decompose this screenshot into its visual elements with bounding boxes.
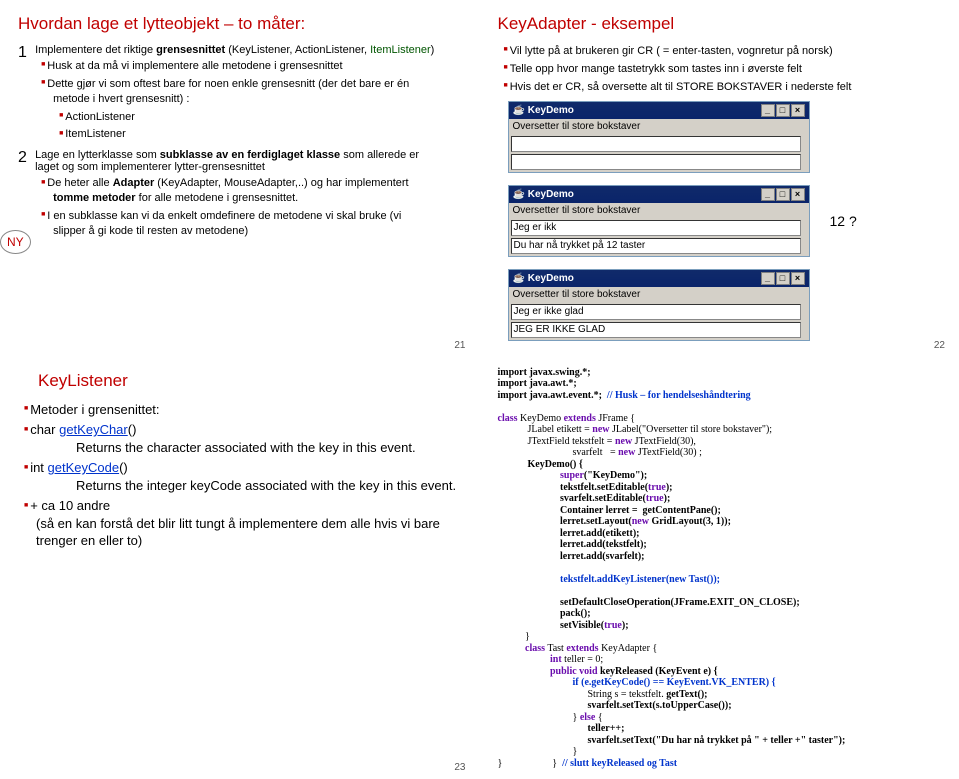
bullet: Telle opp hvor mange tastetrykk som tast… <box>516 62 942 77</box>
bullet: De heter alle Adapter (KeyAdapter, Mouse… <box>53 176 435 206</box>
maximize-icon[interactable]: □ <box>776 272 790 285</box>
page-number: 21 <box>454 340 465 351</box>
close-icon[interactable]: × <box>791 104 805 117</box>
text-field-2[interactable]: Du har nå trykket på 12 taster <box>511 238 801 254</box>
ny-badge: NY <box>0 230 31 254</box>
slide-title: KeyListener <box>38 371 462 391</box>
close-icon[interactable]: × <box>791 188 805 201</box>
maximize-icon[interactable]: □ <box>776 104 790 117</box>
text-field-2[interactable] <box>511 154 801 170</box>
text-field-1[interactable]: Jeg er ikk <box>511 220 801 236</box>
window-buttons[interactable]: _□× <box>760 188 805 201</box>
link-getkeycode[interactable]: getKeyCode <box>48 460 120 475</box>
para-2: Lage en lytterklasse som subklasse av en… <box>35 149 419 173</box>
list-number-1: 1 <box>18 44 32 62</box>
slide-24-code: import javax.swing.*; import java.awt.*;… <box>480 357 959 779</box>
minimize-icon[interactable]: _ <box>761 188 775 201</box>
annotation-12: 12 ? <box>830 213 857 229</box>
window-keydemo-3: ☕ KeyDemo _□× Oversetter til store bokst… <box>508 269 810 341</box>
slide-title: Hvordan lage et lytteobjekt – to måter: <box>18 14 462 34</box>
app-icon: ☕ <box>513 105 525 116</box>
maximize-icon[interactable]: □ <box>776 188 790 201</box>
bullet: Metoder i grensenittet: <box>36 401 462 419</box>
window-keydemo-1: ☕ KeyDemo _□× Oversetter til store bokst… <box>508 101 810 173</box>
app-icon: ☕ <box>513 189 525 200</box>
text-field-2[interactable]: JEG ER IKKE GLAD <box>511 322 801 338</box>
window-buttons[interactable]: _□× <box>760 104 805 117</box>
bullet: Husk at da må vi implementere alle metod… <box>53 59 435 74</box>
minimize-icon[interactable]: _ <box>761 104 775 117</box>
bullet: Dette gjør vi som oftest bare for noen e… <box>53 77 435 107</box>
bullet: Hvis det er CR, så oversette alt til STO… <box>516 80 942 95</box>
slide-21: Hvordan lage et lytteobjekt – to måter: … <box>0 0 480 357</box>
page-number: 23 <box>454 762 465 773</box>
bullet: Vil lytte på at brukeren gir CR ( = ente… <box>516 44 942 59</box>
note: (så en kan forstå det blir litt tungt å … <box>36 516 440 549</box>
code-block: import javax.swing.*; import java.awt.*;… <box>498 367 942 770</box>
window-label: Oversetter til store bokstaver <box>509 203 809 218</box>
bullet: I en subklasse kan vi da enkelt omdefine… <box>53 209 435 239</box>
titlebar: ☕ KeyDemo _□× <box>509 270 809 287</box>
close-icon[interactable]: × <box>791 272 805 285</box>
text-field-1[interactable]: Jeg er ikke glad <box>511 304 801 320</box>
bullet: ItemListener <box>71 127 435 142</box>
slide-23: KeyListener Metoder i grensenittet: char… <box>0 357 480 779</box>
method-desc: Returns the character associated with th… <box>76 439 462 457</box>
app-icon: ☕ <box>513 273 525 284</box>
link-getkeychar[interactable]: getKeyChar <box>59 422 128 437</box>
minimize-icon[interactable]: _ <box>761 272 775 285</box>
titlebar: ☕ KeyDemo _□× <box>509 102 809 119</box>
window-buttons[interactable]: _□× <box>760 272 805 285</box>
page-number: 22 <box>934 340 945 351</box>
list-number-2: 2 <box>18 149 32 167</box>
bullet: int getKeyCode() Returns the integer key… <box>36 459 462 494</box>
titlebar: ☕ KeyDemo _□× <box>509 186 809 203</box>
slide-22: KeyAdapter - eksempel Vil lytte på at br… <box>480 0 959 357</box>
method-desc: Returns the integer keyCode associated w… <box>76 477 462 495</box>
bullet: + ca 10 andre(så en kan forstå det blir … <box>36 497 462 550</box>
text-field-1[interactable] <box>511 136 801 152</box>
window-label: Oversetter til store bokstaver <box>509 287 809 302</box>
window-label: Oversetter til store bokstaver <box>509 119 809 134</box>
para-1: Implementere det riktige grensesnittet (… <box>35 44 434 56</box>
bullet: ActionListener <box>71 110 435 125</box>
bullet: char getKeyChar() Returns the character … <box>36 421 462 456</box>
window-keydemo-2: ☕ KeyDemo _□× Oversetter til store bokst… <box>508 185 810 257</box>
slide-title: KeyAdapter - eksempel <box>498 14 942 34</box>
